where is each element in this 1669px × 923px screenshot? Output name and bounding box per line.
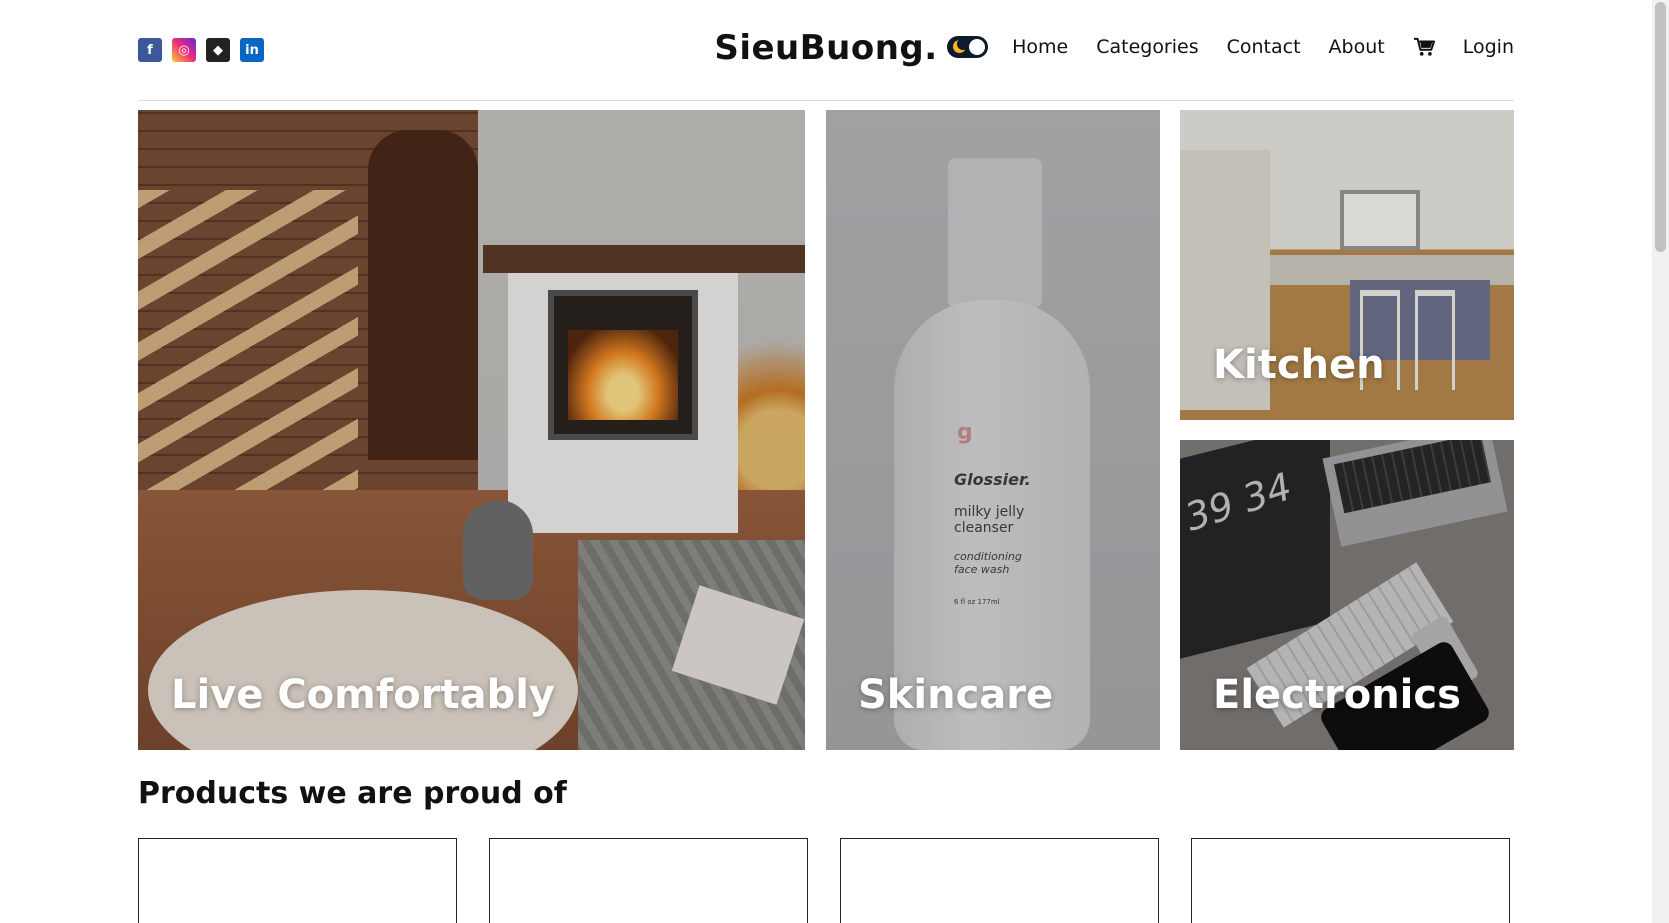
product-card[interactable] <box>840 838 1159 923</box>
product-card[interactable] <box>489 838 808 923</box>
nav-contact[interactable]: Contact <box>1227 36 1301 58</box>
product-card[interactable] <box>1191 838 1510 923</box>
tile-overlay <box>138 110 805 750</box>
theme-toggle[interactable] <box>947 36 989 58</box>
hero-tile-live-comfortably[interactable]: Live Comfortably <box>138 110 805 750</box>
site-header: f ◎ ◆ in SieuBuong. Home Categories Cont… <box>138 0 1514 101</box>
hero-tile-electronics[interactable]: 39 34 Electronics <box>1180 440 1514 750</box>
product-card[interactable] <box>138 838 457 923</box>
scrollbar-thumb[interactable] <box>1655 2 1666 252</box>
nav-categories[interactable]: Categories <box>1096 36 1198 58</box>
tile-overlay <box>826 110 1160 750</box>
tile-label: Electronics <box>1213 672 1461 718</box>
cart-icon[interactable] <box>1413 37 1435 57</box>
tile-label: Skincare <box>858 672 1054 718</box>
tile-label: Live Comfortably <box>171 672 555 718</box>
main-nav: Home Categories Contact About Login <box>947 36 1514 58</box>
page-scrollbar[interactable] <box>1652 0 1669 923</box>
moon-icon <box>953 38 970 53</box>
nav-home[interactable]: Home <box>1012 36 1068 58</box>
products-row <box>138 838 1510 923</box>
nav-about[interactable]: About <box>1329 36 1385 58</box>
hero-tile-skincare[interactable]: g Glossier. milky jelly cleanser conditi… <box>826 110 1160 750</box>
tile-label: Kitchen <box>1213 342 1385 388</box>
products-section-title: Products we are proud of <box>138 776 567 811</box>
hero-tile-kitchen[interactable]: Kitchen <box>1180 110 1514 420</box>
toggle-knob <box>969 39 986 55</box>
nav-login[interactable]: Login <box>1463 36 1514 58</box>
